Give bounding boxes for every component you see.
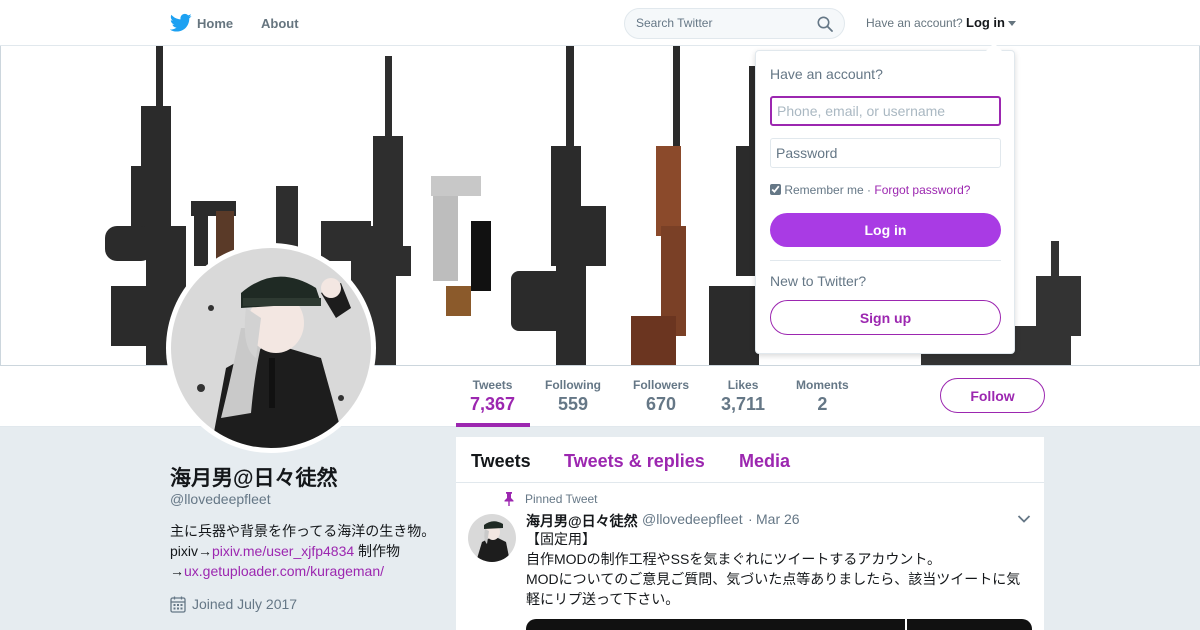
search-input[interactable]	[636, 16, 806, 30]
signup-button[interactable]: Sign up	[770, 300, 1001, 335]
active-stat-indicator	[456, 423, 530, 427]
tab-tweets-and-replies[interactable]: Tweets & replies	[564, 451, 705, 472]
profile-handle[interactable]: @llovedeepfleet	[170, 491, 271, 507]
tweet-separator: ·	[748, 511, 753, 527]
tweet-avatar[interactable]	[468, 514, 516, 562]
stat-value: 670	[645, 394, 677, 414]
tweet-text: 【固定用】 自作MODの制作工程やSSを気まぐれにツイートするアカウント。 MO…	[526, 529, 1031, 609]
stat-label: Likes	[727, 378, 759, 392]
search-icon[interactable]	[817, 16, 833, 32]
tab-tweets[interactable]: Tweets	[471, 451, 531, 472]
profile-avatar[interactable]	[166, 243, 376, 453]
media-divider	[905, 619, 907, 630]
stat-tweets[interactable]: Tweets 7,367	[470, 378, 515, 415]
stat-label: Tweets	[472, 378, 513, 392]
tweet-text-line: MODについてのご意見ご質問、気づいた点等ありましたら、該当ツイートに気軽にリプ…	[526, 571, 1021, 607]
timeline: Tweets Tweets & replies Media Pinned Twe…	[456, 437, 1044, 630]
forgot-password-link[interactable]: Forgot password?	[874, 183, 970, 197]
bio-uploader-link[interactable]: ux.getuploader.com/kurageman/	[184, 563, 384, 579]
bio-pixiv-link[interactable]: pixiv.me/user_xjfp4834	[212, 543, 354, 559]
avatar-image	[171, 248, 371, 448]
stat-following[interactable]: Following 559	[545, 378, 601, 415]
profile-name[interactable]: 海月男@日々徒然	[170, 462, 337, 492]
top-navigation: Home About Have an account? Log in	[0, 0, 1200, 46]
login-button[interactable]: Log in	[770, 213, 1001, 247]
pin-icon	[504, 492, 514, 506]
nav-home-link[interactable]: Home	[197, 16, 233, 31]
stat-likes[interactable]: Likes 3,711	[721, 378, 765, 415]
stat-label: Following	[545, 378, 601, 392]
tweet-author-name[interactable]: 海月男@日々徒然	[526, 511, 638, 531]
dropdown-title: Have an account?	[770, 66, 883, 82]
stat-value: 7,367	[470, 394, 516, 414]
stat-moments[interactable]: Moments 2	[796, 378, 849, 415]
login-dropdown: Have an account? Remember me · Forgot pa…	[755, 43, 1015, 354]
tweet-author-handle[interactable]: @llovedeepfleet	[642, 511, 743, 527]
have-account-text: Have an account?	[866, 16, 963, 30]
remember-me-label[interactable]: Remember me	[784, 183, 863, 197]
remember-me-checkbox[interactable]	[770, 184, 781, 195]
chevron-down-icon[interactable]	[1017, 514, 1031, 524]
dropdown-divider	[770, 260, 1001, 261]
stat-label: Moments	[796, 378, 849, 392]
stat-followers[interactable]: Followers 670	[633, 378, 689, 415]
twitter-bird-icon[interactable]	[170, 13, 192, 33]
follow-button[interactable]: Follow	[940, 378, 1045, 413]
calendar-icon	[170, 596, 186, 613]
pinned-label: Pinned Tweet	[525, 492, 598, 506]
tab-media[interactable]: Media	[739, 451, 790, 472]
joined-date: Joined July 2017	[170, 596, 298, 613]
tweet-date[interactable]: Mar 26	[756, 511, 800, 527]
caret-down-icon[interactable]	[1008, 21, 1016, 26]
dropdown-arrow	[986, 43, 1002, 51]
tweet-text-line: 【固定用】	[526, 531, 596, 547]
username-field[interactable]	[770, 96, 1001, 126]
remember-separator: ·	[863, 183, 875, 197]
login-menu-link[interactable]: Log in	[966, 15, 1005, 30]
tweet-text-line: 自作MODの制作工程やSSを気まぐれにツイートするアカウント。	[526, 551, 942, 567]
nav-about-link[interactable]: About	[261, 16, 299, 31]
profile-bio: 主に兵器や背景を作ってる海洋の生き物。pixiv→pixiv.me/user_x…	[170, 521, 438, 581]
new-to-twitter-text: New to Twitter?	[770, 273, 867, 289]
remember-row: Remember me · Forgot password?	[770, 183, 970, 197]
stat-value: 3,711	[721, 394, 766, 414]
joined-text: Joined July 2017	[192, 596, 298, 612]
stat-value: 559	[557, 394, 589, 414]
search-box[interactable]	[624, 8, 845, 39]
tweet-media[interactable]	[526, 619, 1032, 630]
stat-value: 2	[817, 394, 828, 414]
stat-label: Followers	[633, 378, 690, 392]
password-field[interactable]	[770, 138, 1001, 168]
tweet-avatar-image	[468, 514, 516, 562]
timeline-tabs: Tweets Tweets & replies Media	[456, 437, 1044, 483]
